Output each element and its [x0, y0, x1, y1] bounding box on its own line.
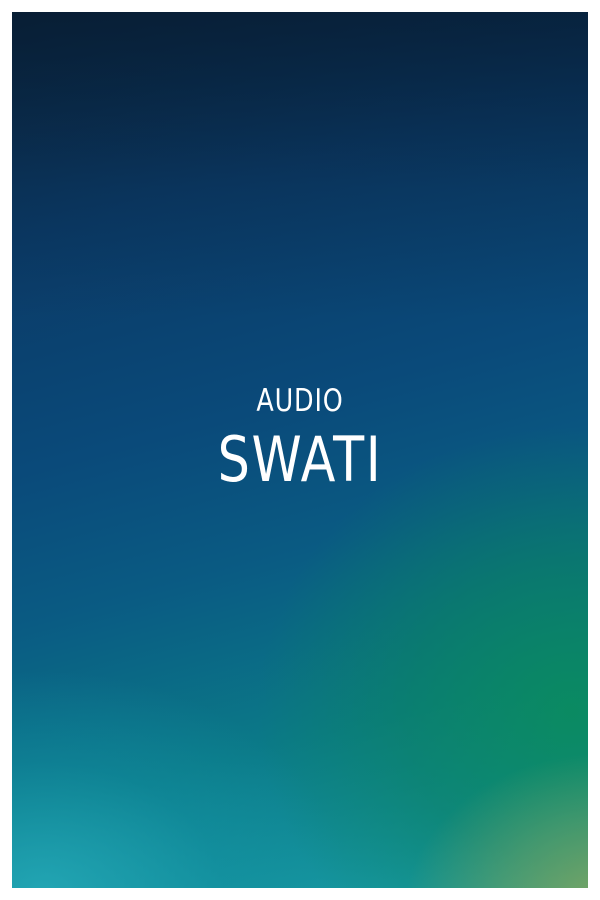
cover-title-block: AUDIO SWATI — [12, 382, 588, 496]
cover-subtitle: AUDIO — [256, 383, 344, 419]
cover-frame: AUDIO SWATI — [0, 0, 600, 900]
cover-artwork: AUDIO SWATI — [12, 12, 588, 888]
cover-title: SWATI — [217, 423, 383, 496]
